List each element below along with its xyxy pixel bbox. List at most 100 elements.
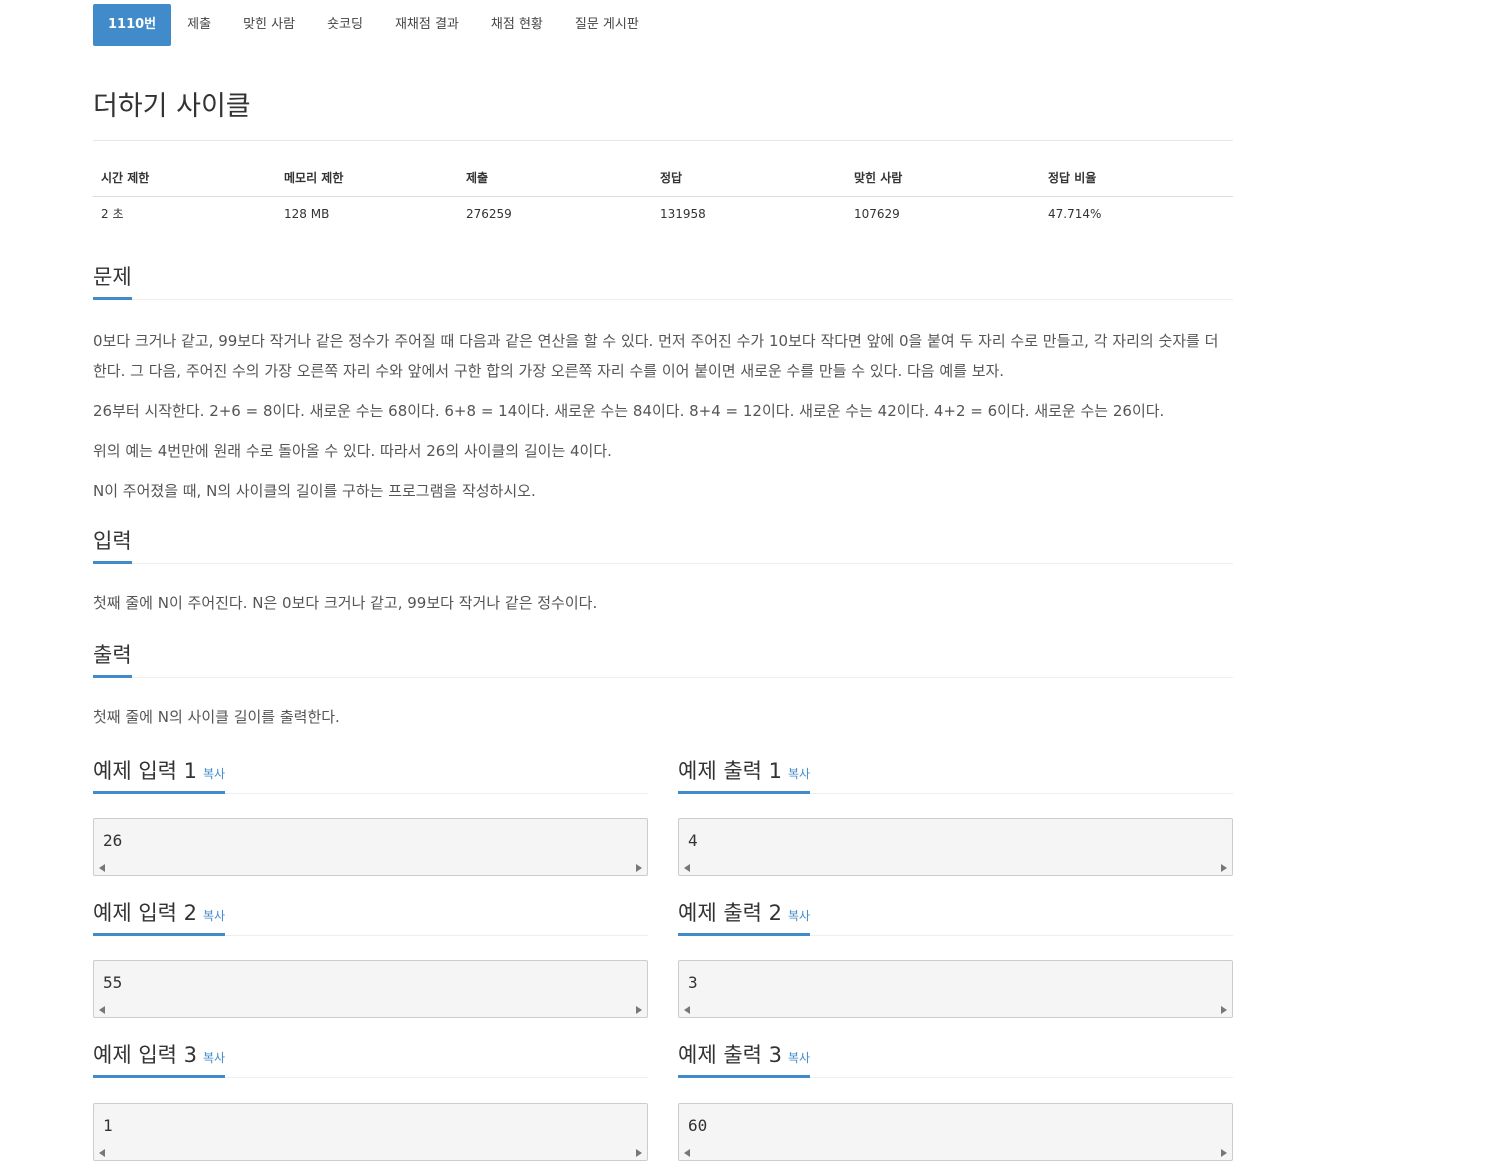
header-time-limit: 시간 제한 [93,160,276,197]
tab-submit[interactable]: 제출 [171,4,227,46]
scroll-right-icon[interactable] [1221,1149,1227,1157]
sample-output-1-box[interactable]: 4 [678,818,1233,876]
scroll-left-icon[interactable] [684,1006,690,1014]
sample-output-1-heading: 예제 출력 1 복사 [678,756,811,794]
value-accept-ratio: 47.714% [1048,206,1102,221]
sample-output-3: 예제 출력 3 복사 60 [678,1040,1233,1161]
sample-output-2-title: 예제 출력 2 [678,901,782,925]
value-memory-limit: 128 MB [284,206,330,221]
horizontal-scrollbar[interactable] [679,861,1232,875]
horizontal-scrollbar[interactable] [679,1146,1232,1160]
sample-input-1-box[interactable]: 26 [93,818,648,876]
sample-input-2-value: 55 [103,973,123,992]
sample-input-2-title: 예제 입력 2 [93,901,197,925]
problem-paragraph: 0보다 크거나 같고, 99보다 작거나 같은 정수가 주어질 때 다음과 같은… [93,332,1219,380]
header-accept-ratio: 정답 비율 [1040,160,1233,197]
header-solved-users: 맞힌 사람 [846,160,1040,197]
input-heading: 입력 [93,526,132,564]
copy-button[interactable]: 복사 [203,767,225,781]
sample-input-2-heading: 예제 입력 2 복사 [93,898,226,936]
sample-output-2: 예제 출력 2 복사 3 [678,898,1233,1018]
tab-problem[interactable]: 1110번 [93,4,172,46]
output-description: 첫째 줄에 N의 사이클 길이를 출력한다. [93,708,340,726]
sample-output-1-value: 4 [688,831,698,850]
problem-heading-bar: 문제 [93,262,1233,300]
tab-short-coding[interactable]: 숏코딩 [311,4,379,46]
info-header-row: 시간 제한 메모리 제한 제출 정답 맞힌 사람 정답 비율 [93,160,1233,197]
scroll-left-icon[interactable] [99,1006,105,1014]
sample-input-3-box[interactable]: 1 [93,1103,648,1161]
scroll-left-icon[interactable] [99,864,105,872]
copy-button[interactable]: 복사 [203,909,225,923]
scroll-left-icon[interactable] [684,864,690,872]
copy-button[interactable]: 복사 [788,909,810,923]
sample-output-2-value: 3 [688,973,698,992]
sample-output-3-heading: 예제 출력 3 복사 [678,1040,811,1078]
input-description: 첫째 줄에 N이 주어진다. N은 0보다 크거나 같고, 99보다 작거나 같… [93,594,598,612]
sample-output-3-box[interactable]: 60 [678,1103,1233,1161]
page-title: 더하기 사이클 [93,91,251,122]
value-solved-users: 107629 [854,206,900,221]
header-submissions: 제출 [458,160,652,197]
header-accepted: 정답 [652,160,846,197]
horizontal-scrollbar[interactable] [679,1003,1232,1017]
output-heading-bar: 출력 [93,640,1233,678]
sample-output-2-heading: 예제 출력 2 복사 [678,898,811,936]
value-submissions: 276259 [466,206,512,221]
sample-input-1: 예제 입력 1 복사 26 [93,756,648,876]
problem-section: 문제 0보다 크거나 같고, 99보다 작거나 같은 정수가 주어질 때 다음과… [93,262,1233,506]
header-memory-limit: 메모리 제한 [276,160,458,197]
tab-solved-users[interactable]: 맞힌 사람 [227,4,311,46]
sample-input-1-heading-bar: 예제 입력 1 복사 [93,756,648,794]
horizontal-scrollbar[interactable] [94,1003,647,1017]
scroll-left-icon[interactable] [99,1149,105,1157]
tab-question-board[interactable]: 질문 게시판 [559,4,655,46]
copy-button[interactable]: 복사 [203,1051,225,1065]
sample-input-3-heading: 예제 입력 3 복사 [93,1040,226,1078]
horizontal-scrollbar[interactable] [94,861,647,875]
problem-paragraph: 위의 예는 4번만에 원래 수로 돌아올 수 있다. 따라서 26의 사이클의 … [93,442,612,460]
problem-tabs: 1110번 제출 맞힌 사람 숏코딩 재채점 결과 채점 현황 질문 게시판 [93,4,655,46]
sample-input-1-value: 26 [103,831,123,850]
sample-output-3-heading-bar: 예제 출력 3 복사 [678,1040,1233,1078]
copy-button[interactable]: 복사 [788,767,810,781]
scroll-right-icon[interactable] [636,1149,642,1157]
scroll-right-icon[interactable] [636,1006,642,1014]
sample-output-3-title: 예제 출력 3 [678,1043,782,1067]
sample-input-3-heading-bar: 예제 입력 3 복사 [93,1040,648,1078]
problem-info-table: 시간 제한 메모리 제한 제출 정답 맞힌 사람 정답 비율 2 초 128 M… [93,160,1233,231]
sample-input-2: 예제 입력 2 복사 55 [93,898,648,1018]
sample-input-2-box[interactable]: 55 [93,960,648,1018]
sample-output-1: 예제 출력 1 복사 4 [678,756,1233,876]
scroll-left-icon[interactable] [684,1149,690,1157]
scroll-right-icon[interactable] [636,864,642,872]
problem-heading: 문제 [93,262,132,300]
value-accepted: 131958 [660,206,706,221]
title-divider [93,140,1233,141]
horizontal-scrollbar[interactable] [94,1146,647,1160]
scroll-right-icon[interactable] [1221,1006,1227,1014]
value-time-limit: 2 초 [101,207,124,222]
problem-description: 0보다 크거나 같고, 99보다 작거나 같은 정수가 주어질 때 다음과 같은… [93,326,1233,506]
output-section: 출력 첫째 줄에 N의 사이클 길이를 출력한다. [93,640,1233,732]
problem-paragraph: 26부터 시작한다. 2+6 = 8이다. 새로운 수는 68이다. 6+8 =… [93,402,1165,420]
output-heading: 출력 [93,640,132,678]
sample-output-2-box[interactable]: 3 [678,960,1233,1018]
tab-status[interactable]: 채점 현황 [475,4,559,46]
sample-input-3: 예제 입력 3 복사 1 [93,1040,648,1161]
input-section: 입력 첫째 줄에 N이 주어진다. N은 0보다 크거나 같고, 99보다 작거… [93,526,1233,618]
sample-input-3-value: 1 [103,1116,113,1135]
sample-output-1-title: 예제 출력 1 [678,759,782,783]
tab-rejudge-results[interactable]: 재채점 결과 [379,4,475,46]
sample-output-2-heading-bar: 예제 출력 2 복사 [678,898,1233,936]
sample-output-3-value: 60 [688,1116,708,1135]
sample-output-1-heading-bar: 예제 출력 1 복사 [678,756,1233,794]
sample-input-1-heading: 예제 입력 1 복사 [93,756,226,794]
sample-input-2-heading-bar: 예제 입력 2 복사 [93,898,648,936]
sample-input-3-title: 예제 입력 3 [93,1043,197,1067]
scroll-right-icon[interactable] [1221,864,1227,872]
problem-paragraph: N이 주어졌을 때, N의 사이클의 길이를 구하는 프로그램을 작성하시오. [93,482,536,500]
copy-button[interactable]: 복사 [788,1051,810,1065]
info-value-row: 2 초 128 MB 276259 131958 107629 47.714% [93,196,1233,231]
input-heading-bar: 입력 [93,526,1233,564]
